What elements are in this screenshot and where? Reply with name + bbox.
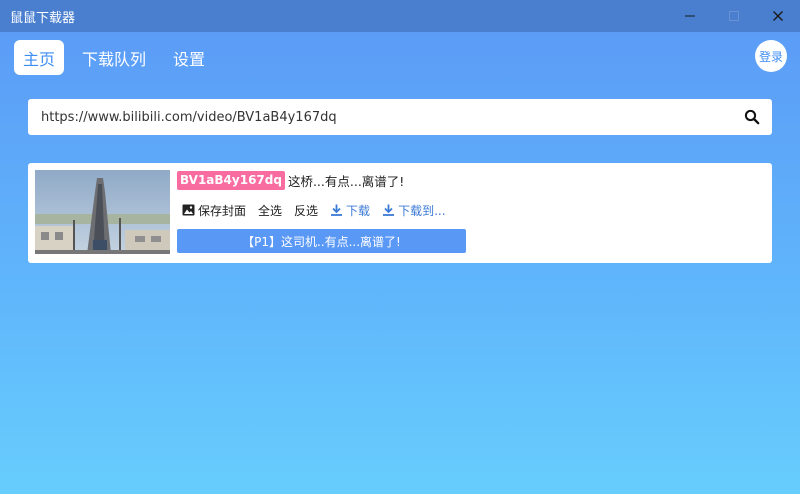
tab-home[interactable]: 主页 bbox=[14, 40, 65, 75]
bridge-photo bbox=[35, 170, 170, 254]
bvid-badge: BV1aB4y167dq bbox=[177, 171, 285, 190]
save-cover-button[interactable]: 保存封面 bbox=[182, 202, 246, 219]
search-input[interactable] bbox=[28, 99, 728, 135]
minimize-icon bbox=[685, 15, 695, 17]
search-icon[interactable] bbox=[744, 109, 760, 125]
download-icon bbox=[331, 204, 343, 216]
video-actions: 保存封面 全选 反选 下载 下载到... bbox=[182, 202, 458, 218]
maximize-icon bbox=[729, 11, 739, 21]
search-box bbox=[28, 99, 772, 135]
video-card: BV1aB4y167dq 这桥...有点...离谱了! 保存封面 全选 反选 下… bbox=[28, 163, 772, 263]
download-label: 下载 bbox=[346, 203, 371, 218]
video-thumbnail bbox=[35, 170, 170, 254]
download-button[interactable]: 下载 bbox=[330, 202, 370, 219]
minimize-button[interactable] bbox=[668, 0, 712, 32]
window-controls bbox=[668, 0, 800, 32]
save-cover-label: 保存封面 bbox=[198, 203, 247, 218]
tab-download-queue[interactable]: 下载队列 bbox=[73, 40, 155, 75]
download-icon bbox=[383, 204, 395, 216]
select-all-button[interactable]: 全选 bbox=[258, 202, 282, 219]
invert-select-label: 反选 bbox=[294, 203, 319, 218]
login-button[interactable]: 登录 bbox=[755, 40, 787, 72]
main-nav: 主页 下载队列 设置 bbox=[14, 40, 223, 75]
maximize-button[interactable] bbox=[712, 0, 756, 32]
app-title: 鼠鼠下载器 bbox=[10, 10, 76, 26]
close-button[interactable] bbox=[756, 0, 800, 32]
part-item[interactable]: 【P1】这司机..有点...离谱了! bbox=[177, 229, 466, 253]
invert-select-button[interactable]: 反选 bbox=[294, 202, 318, 219]
close-icon bbox=[773, 11, 783, 21]
video-title-row: BV1aB4y167dq 这桥...有点...离谱了! bbox=[177, 171, 404, 190]
tab-settings[interactable]: 设置 bbox=[164, 40, 214, 75]
title-bar: 鼠鼠下载器 bbox=[0, 0, 800, 32]
download-to-label: 下载到... bbox=[398, 203, 446, 218]
image-icon bbox=[182, 204, 195, 216]
video-title: 这桥...有点...离谱了! bbox=[287, 174, 405, 189]
select-all-label: 全选 bbox=[258, 203, 283, 218]
download-to-button[interactable]: 下载到... bbox=[382, 202, 446, 219]
